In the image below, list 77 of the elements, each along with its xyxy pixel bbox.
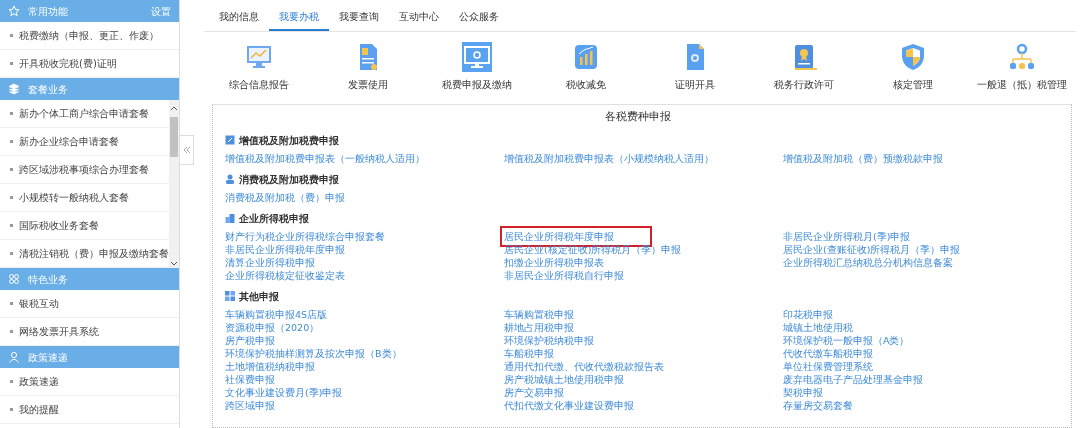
panel-title: 各税费种申报 xyxy=(604,109,672,125)
link[interactable]: 财产行为税企业所得税综合申报套餐 xyxy=(225,229,385,243)
service-button[interactable]: 一般退（抵）税管理 xyxy=(967,41,1076,93)
link[interactable]: 废弃电器电子产品处理基金申报 xyxy=(783,372,923,386)
link[interactable]: 非居民企业所得税自行申报 xyxy=(504,268,624,282)
link[interactable]: 非居民企业所得税年度申报 xyxy=(225,242,345,256)
link[interactable]: 环境保护税抽样测算及按次申报（B类） xyxy=(225,346,402,360)
section-header[interactable]: 特色业务 xyxy=(0,268,179,290)
link[interactable]: 土地增值税纳税申报 xyxy=(225,359,315,373)
link[interactable]: 房产税城镇土地使用税申报 xyxy=(504,372,624,386)
edit-icon xyxy=(225,135,235,145)
grid-icon xyxy=(8,273,20,285)
double-chevron-icon xyxy=(181,145,192,155)
link[interactable]: 企业所得税核定征收鉴定表 xyxy=(225,268,345,282)
service-button[interactable]: 税收减免 xyxy=(531,41,640,93)
link[interactable]: 环境保护税一般申报（A类） xyxy=(783,333,910,347)
link[interactable]: 社保费申报 xyxy=(225,372,275,386)
person-icon xyxy=(8,351,20,363)
buildings-icon xyxy=(225,213,235,223)
link[interactable]: 城镇土地使用税 xyxy=(783,320,853,334)
link[interactable]: 存量房交易套餐 xyxy=(783,398,853,412)
link[interactable]: 环境保护税纳税申报 xyxy=(504,333,594,347)
layers-icon xyxy=(8,83,20,95)
link[interactable]: 单位社保费管理系统 xyxy=(783,359,873,373)
service-button[interactable]: 证明开具 xyxy=(640,41,749,93)
link[interactable]: 增值税及附加税费申报表（小规模纳税人适用） xyxy=(504,151,714,165)
link[interactable]: 通用代扣代缴、代收代缴税款报告表 xyxy=(504,359,664,373)
link[interactable]: 居民企业(核定征收)所得税月（季）申报 xyxy=(504,242,682,256)
link[interactable]: 增值税及附加税（费）预缴税款申报 xyxy=(783,151,943,165)
link[interactable]: 资源税申报（2020） xyxy=(225,320,320,334)
tab[interactable]: 我要办税 xyxy=(269,4,329,31)
group-title: 其他申报 xyxy=(239,289,279,304)
link[interactable]: 居民企业(查账征收)所得税月（季）申报 xyxy=(783,242,961,256)
service-button[interactable]: 发票使用 xyxy=(313,41,422,93)
link[interactable]: 文化事业建设费月(季)申报 xyxy=(225,385,343,399)
section-title: 特色业务 xyxy=(28,272,68,287)
link[interactable]: 印花税申报 xyxy=(783,307,833,321)
tab[interactable]: 公众服务 xyxy=(449,4,509,31)
link[interactable]: 车船税申报 xyxy=(504,346,554,360)
link[interactable]: 企业所得税汇总纳税总分机构信息备案 xyxy=(783,255,953,269)
group-title: 消费税及附加税费申报 xyxy=(239,172,339,187)
star-icon xyxy=(8,5,20,17)
section-title: 常用功能 xyxy=(28,4,68,19)
link[interactable]: 车辆购置税申报 xyxy=(504,307,574,321)
service-button[interactable]: 核定管理 xyxy=(858,41,967,93)
link[interactable]: 房产交易申报 xyxy=(504,385,564,399)
collapse-handle[interactable] xyxy=(180,135,194,165)
grid-icon xyxy=(225,291,235,301)
scrollbar-thumb[interactable] xyxy=(170,117,178,157)
link[interactable]: 跨区域申报 xyxy=(225,398,275,412)
section-header[interactable]: 政策速递 xyxy=(0,346,179,368)
link[interactable]: 车辆购置税申报4S店版 xyxy=(225,307,328,321)
link[interactable]: 房产税申报 xyxy=(225,333,275,347)
group-title: 企业所得税申报 xyxy=(239,211,309,226)
settings-link[interactable]: 设置 xyxy=(151,3,171,19)
tab[interactable]: 互动中心 xyxy=(389,4,449,31)
link[interactable]: 耕地占用税申报 xyxy=(504,320,574,334)
section-title: 政策速递 xyxy=(28,350,68,365)
tab[interactable]: 我的信息 xyxy=(209,4,269,31)
link[interactable]: 消费税及附加税（费）申报 xyxy=(225,190,345,204)
person-icon xyxy=(225,174,235,184)
section-title: 套餐业务 xyxy=(28,82,68,97)
tab[interactable]: 我要查询 xyxy=(329,4,389,31)
scrollbar[interactable] xyxy=(169,100,179,268)
service-button[interactable]: 税费申报及缴纳 xyxy=(422,41,531,93)
link[interactable]: 扣缴企业所得税申报表 xyxy=(504,255,604,269)
service-button[interactable]: 综合信息报告 xyxy=(204,41,313,93)
link[interactable]: 非居民企业所得税月(季)申报 xyxy=(783,229,911,243)
link[interactable]: 代收代缴车船税申报 xyxy=(783,346,873,360)
link[interactable]: 清算企业所得税申报 xyxy=(225,255,315,269)
section-header[interactable]: 套餐业务 xyxy=(0,78,179,100)
section-header[interactable]: 常用功能 设置 xyxy=(0,0,179,22)
link[interactable]: 代扣代缴文化事业建设费申报 xyxy=(504,398,634,412)
link[interactable]: 增值税及附加税费申报表（一般纳税人适用） xyxy=(225,151,425,165)
service-button[interactable]: 税务行政许可 xyxy=(749,41,858,93)
group-title: 增值税及附加税费申报 xyxy=(239,133,339,148)
link[interactable]: 契税申报 xyxy=(783,385,823,399)
